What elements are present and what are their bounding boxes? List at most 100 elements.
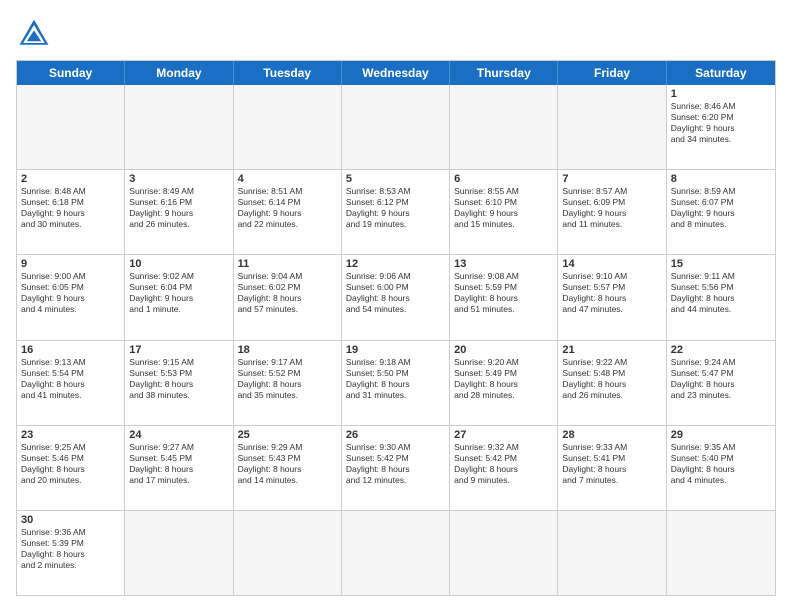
calendar-cell: 8Sunrise: 8:59 AM Sunset: 6:07 PM Daylig… <box>667 170 775 254</box>
calendar-cell <box>125 85 233 169</box>
cell-date: 12 <box>346 258 445 270</box>
cell-info: Sunrise: 9:29 AM Sunset: 5:43 PM Dayligh… <box>238 442 337 486</box>
day-name-tuesday: Tuesday <box>234 61 342 85</box>
day-name-monday: Monday <box>125 61 233 85</box>
cell-info: Sunrise: 9:30 AM Sunset: 5:42 PM Dayligh… <box>346 442 445 486</box>
calendar-cell: 28Sunrise: 9:33 AM Sunset: 5:41 PM Dayli… <box>558 426 666 510</box>
cell-date: 7 <box>562 173 661 185</box>
cell-date: 24 <box>129 429 228 441</box>
calendar-cell: 21Sunrise: 9:22 AM Sunset: 5:48 PM Dayli… <box>558 341 666 425</box>
cell-date: 5 <box>346 173 445 185</box>
calendar-cell: 24Sunrise: 9:27 AM Sunset: 5:45 PM Dayli… <box>125 426 233 510</box>
cell-date: 14 <box>562 258 661 270</box>
cell-info: Sunrise: 9:08 AM Sunset: 5:59 PM Dayligh… <box>454 271 553 315</box>
cell-info: Sunrise: 9:18 AM Sunset: 5:50 PM Dayligh… <box>346 357 445 401</box>
calendar-cell: 11Sunrise: 9:04 AM Sunset: 6:02 PM Dayli… <box>234 255 342 339</box>
calendar-cell: 5Sunrise: 8:53 AM Sunset: 6:12 PM Daylig… <box>342 170 450 254</box>
logo <box>16 16 56 52</box>
calendar-cell <box>234 85 342 169</box>
cell-date: 28 <box>562 429 661 441</box>
cell-info: Sunrise: 8:53 AM Sunset: 6:12 PM Dayligh… <box>346 186 445 230</box>
calendar-cell: 7Sunrise: 8:57 AM Sunset: 6:09 PM Daylig… <box>558 170 666 254</box>
logo-icon <box>16 16 52 52</box>
calendar-cell: 16Sunrise: 9:13 AM Sunset: 5:54 PM Dayli… <box>17 341 125 425</box>
cell-date: 11 <box>238 258 337 270</box>
calendar-cell: 14Sunrise: 9:10 AM Sunset: 5:57 PM Dayli… <box>558 255 666 339</box>
cell-info: Sunrise: 9:24 AM Sunset: 5:47 PM Dayligh… <box>671 357 771 401</box>
cell-date: 22 <box>671 344 771 356</box>
cell-info: Sunrise: 9:35 AM Sunset: 5:40 PM Dayligh… <box>671 442 771 486</box>
day-name-thursday: Thursday <box>450 61 558 85</box>
calendar-cell: 23Sunrise: 9:25 AM Sunset: 5:46 PM Dayli… <box>17 426 125 510</box>
cell-info: Sunrise: 9:33 AM Sunset: 5:41 PM Dayligh… <box>562 442 661 486</box>
cell-info: Sunrise: 8:57 AM Sunset: 6:09 PM Dayligh… <box>562 186 661 230</box>
calendar-cell <box>125 511 233 595</box>
cell-info: Sunrise: 9:25 AM Sunset: 5:46 PM Dayligh… <box>21 442 120 486</box>
cell-info: Sunrise: 9:02 AM Sunset: 6:04 PM Dayligh… <box>129 271 228 315</box>
calendar-cell <box>667 511 775 595</box>
day-name-saturday: Saturday <box>667 61 775 85</box>
day-name-friday: Friday <box>558 61 666 85</box>
cell-info: Sunrise: 9:06 AM Sunset: 6:00 PM Dayligh… <box>346 271 445 315</box>
calendar-cell: 22Sunrise: 9:24 AM Sunset: 5:47 PM Dayli… <box>667 341 775 425</box>
cell-date: 20 <box>454 344 553 356</box>
cell-date: 29 <box>671 429 771 441</box>
cell-date: 13 <box>454 258 553 270</box>
cell-date: 9 <box>21 258 120 270</box>
calendar-cell: 1Sunrise: 8:46 AM Sunset: 6:20 PM Daylig… <box>667 85 775 169</box>
calendar-cell <box>342 85 450 169</box>
calendar-cell <box>558 511 666 595</box>
cell-date: 1 <box>671 88 771 100</box>
cell-info: Sunrise: 9:04 AM Sunset: 6:02 PM Dayligh… <box>238 271 337 315</box>
calendar-cell: 12Sunrise: 9:06 AM Sunset: 6:00 PM Dayli… <box>342 255 450 339</box>
cell-date: 15 <box>671 258 771 270</box>
cell-date: 30 <box>21 514 120 526</box>
cell-info: Sunrise: 9:32 AM Sunset: 5:42 PM Dayligh… <box>454 442 553 486</box>
calendar-cell: 13Sunrise: 9:08 AM Sunset: 5:59 PM Dayli… <box>450 255 558 339</box>
calendar-cell: 19Sunrise: 9:18 AM Sunset: 5:50 PM Dayli… <box>342 341 450 425</box>
day-name-wednesday: Wednesday <box>342 61 450 85</box>
cell-date: 17 <box>129 344 228 356</box>
calendar-cell: 2Sunrise: 8:48 AM Sunset: 6:18 PM Daylig… <box>17 170 125 254</box>
calendar-body: 1Sunrise: 8:46 AM Sunset: 6:20 PM Daylig… <box>17 85 775 595</box>
calendar-cell: 9Sunrise: 9:00 AM Sunset: 6:05 PM Daylig… <box>17 255 125 339</box>
cell-info: Sunrise: 9:10 AM Sunset: 5:57 PM Dayligh… <box>562 271 661 315</box>
cell-info: Sunrise: 8:55 AM Sunset: 6:10 PM Dayligh… <box>454 186 553 230</box>
cell-date: 25 <box>238 429 337 441</box>
calendar-header: SundayMondayTuesdayWednesdayThursdayFrid… <box>17 61 775 85</box>
cell-info: Sunrise: 9:00 AM Sunset: 6:05 PM Dayligh… <box>21 271 120 315</box>
cell-date: 18 <box>238 344 337 356</box>
header <box>16 16 776 52</box>
cell-info: Sunrise: 8:49 AM Sunset: 6:16 PM Dayligh… <box>129 186 228 230</box>
cell-date: 10 <box>129 258 228 270</box>
cell-date: 16 <box>21 344 120 356</box>
calendar-cell: 27Sunrise: 9:32 AM Sunset: 5:42 PM Dayli… <box>450 426 558 510</box>
cell-date: 23 <box>21 429 120 441</box>
calendar-cell: 3Sunrise: 8:49 AM Sunset: 6:16 PM Daylig… <box>125 170 233 254</box>
calendar-cell: 10Sunrise: 9:02 AM Sunset: 6:04 PM Dayli… <box>125 255 233 339</box>
calendar-cell: 17Sunrise: 9:15 AM Sunset: 5:53 PM Dayli… <box>125 341 233 425</box>
calendar-cell: 6Sunrise: 8:55 AM Sunset: 6:10 PM Daylig… <box>450 170 558 254</box>
calendar-cell <box>450 511 558 595</box>
calendar-row-2: 9Sunrise: 9:00 AM Sunset: 6:05 PM Daylig… <box>17 255 775 340</box>
cell-info: Sunrise: 9:27 AM Sunset: 5:45 PM Dayligh… <box>129 442 228 486</box>
cell-date: 21 <box>562 344 661 356</box>
calendar-row-1: 2Sunrise: 8:48 AM Sunset: 6:18 PM Daylig… <box>17 170 775 255</box>
cell-info: Sunrise: 9:17 AM Sunset: 5:52 PM Dayligh… <box>238 357 337 401</box>
cell-info: Sunrise: 9:13 AM Sunset: 5:54 PM Dayligh… <box>21 357 120 401</box>
cell-info: Sunrise: 9:15 AM Sunset: 5:53 PM Dayligh… <box>129 357 228 401</box>
cell-date: 3 <box>129 173 228 185</box>
cell-date: 6 <box>454 173 553 185</box>
cell-info: Sunrise: 9:20 AM Sunset: 5:49 PM Dayligh… <box>454 357 553 401</box>
cell-date: 2 <box>21 173 120 185</box>
calendar-cell <box>558 85 666 169</box>
cell-date: 4 <box>238 173 337 185</box>
calendar-cell: 4Sunrise: 8:51 AM Sunset: 6:14 PM Daylig… <box>234 170 342 254</box>
calendar-cell <box>234 511 342 595</box>
cell-info: Sunrise: 8:46 AM Sunset: 6:20 PM Dayligh… <box>671 101 771 145</box>
cell-info: Sunrise: 9:11 AM Sunset: 5:56 PM Dayligh… <box>671 271 771 315</box>
calendar-cell <box>450 85 558 169</box>
cell-info: Sunrise: 9:22 AM Sunset: 5:48 PM Dayligh… <box>562 357 661 401</box>
calendar-row-5: 30Sunrise: 9:36 AM Sunset: 5:39 PM Dayli… <box>17 511 775 595</box>
calendar-cell: 20Sunrise: 9:20 AM Sunset: 5:49 PM Dayli… <box>450 341 558 425</box>
